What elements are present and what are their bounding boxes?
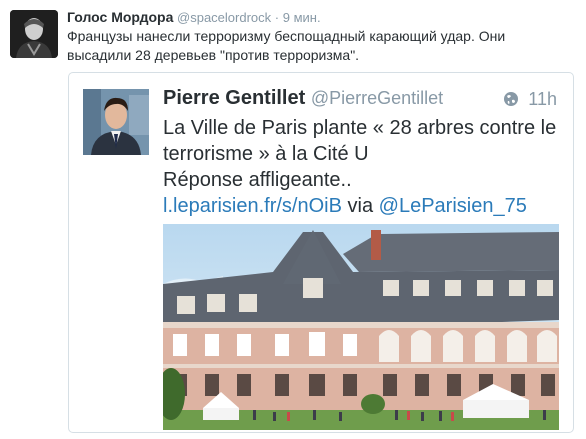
- article-link[interactable]: l.leparisien.fr/s/nOiB: [163, 195, 342, 217]
- author-avatar-image: [10, 10, 58, 58]
- quoted-time[interactable]: 11h: [528, 89, 557, 109]
- quoted-author-avatar[interactable]: [83, 89, 149, 155]
- quoted-avatar-image: [83, 89, 149, 155]
- quoted-tweet[interactable]: Pierre Gentillet @PierreGentillet 11h La…: [68, 72, 574, 433]
- mention-link[interactable]: @LeParisien_75: [379, 195, 527, 217]
- author-handle[interactable]: @spacelordrock: [177, 10, 271, 25]
- tweet-time[interactable]: 9 мин.: [283, 10, 321, 25]
- tweet-text: Французы нанесли терроризму беспощадный …: [67, 28, 506, 63]
- quoted-links: l.leparisien.fr/s/nOiB via @LeParisien_7…: [163, 193, 563, 219]
- quoted-text: La Ville de Paris plante « 28 arbres con…: [163, 115, 563, 219]
- tweet-header: Голос Мордора @spacelordrock · 9 мин.: [67, 8, 321, 27]
- quoted-author-name[interactable]: Pierre Gentillet: [163, 87, 305, 109]
- author-avatar[interactable]: [10, 10, 58, 58]
- separator-dot: ·: [274, 10, 280, 25]
- building-photo: [163, 224, 559, 430]
- quoted-time-area: 11h: [503, 89, 557, 112]
- author-name[interactable]: Голос Мордора: [67, 9, 173, 25]
- attached-photo[interactable]: [163, 224, 559, 430]
- quoted-author-line: Pierre Gentillet @PierreGentillet: [163, 87, 443, 110]
- quoted-text-line2: Réponse affligeante..: [163, 169, 352, 191]
- quoted-author-handle[interactable]: @PierreGentillet: [311, 88, 443, 108]
- quoted-text-line1: La Ville de Paris plante « 28 arbres con…: [163, 117, 557, 165]
- globe-icon: [503, 91, 519, 112]
- via-label: via: [347, 195, 374, 217]
